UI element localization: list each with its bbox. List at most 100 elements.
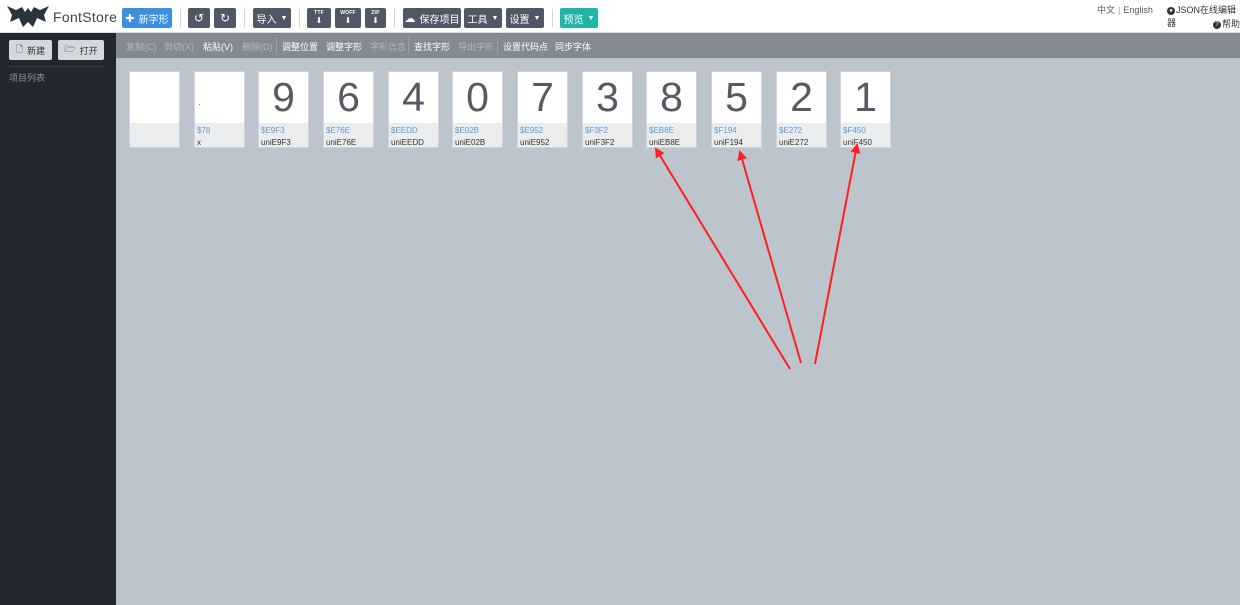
glyph-name: uniEB8E xyxy=(649,138,681,147)
adjust-position-command[interactable]: 调整位置 xyxy=(282,40,318,53)
help-label: 帮助 xyxy=(1222,19,1240,29)
question-circle-icon: ? xyxy=(1213,20,1221,29)
download-icon: ⬇ xyxy=(372,16,379,25)
tools-label: 工具 xyxy=(467,14,488,26)
top-toolbar: FontStore ✚ 新字形 ↺ ↻ 导入 ▼ TTF ⬇ WOFF ⬇ ZI… xyxy=(0,0,1240,33)
glyph-cell[interactable]: 2 $E272 uniE272 xyxy=(776,71,827,148)
settings-label: 设置 xyxy=(509,14,530,26)
copy-command[interactable]: 复制(C) xyxy=(126,40,157,53)
glyph-cell[interactable]: 7 $E952 uniE952 xyxy=(517,71,568,148)
download-woff-button[interactable]: WOFF ⬇ xyxy=(335,8,361,28)
glyph-codepoint: $F3F2 xyxy=(585,126,609,135)
download-icon: ⬇ xyxy=(344,16,352,25)
glyph-codepoint: $E76E xyxy=(326,126,351,135)
import-dropdown[interactable]: 导入 ▼ xyxy=(253,8,291,28)
glyph-preview: 1 xyxy=(841,72,890,123)
glyph-codepoint: $E272 xyxy=(779,126,803,135)
chevron-down-icon: ▼ xyxy=(491,14,499,22)
glyph-name: x xyxy=(197,138,201,147)
sidebar-divider xyxy=(9,66,104,67)
glyph-preview-char: 1 xyxy=(854,74,877,120)
glyph-name: uniF3F2 xyxy=(585,138,615,147)
glyph-preview: 2 xyxy=(777,72,826,123)
save-project-button[interactable]: ☁ 保存项目 xyxy=(403,8,461,28)
glyph-preview xyxy=(130,72,179,123)
redo-button[interactable]: ↻ xyxy=(214,8,236,28)
undo-icon: ↺ xyxy=(193,11,205,25)
import-label: 导入 xyxy=(256,14,277,26)
help-link[interactable]: ? 帮助 xyxy=(1213,17,1240,30)
sync-font-command[interactable]: 同步字体 xyxy=(555,40,591,53)
glyph-name: uniF194 xyxy=(714,138,743,147)
save-project-label: 保存项目 xyxy=(419,14,460,26)
project-list-title: 项目列表 xyxy=(9,73,46,83)
glyph-name: uniE9F3 xyxy=(261,138,291,147)
glyph-codepoint: $E02B xyxy=(455,126,480,135)
glyph-cell[interactable]: 0 $E02B uniE02B xyxy=(452,71,503,148)
folder-open-icon: 🗁 xyxy=(64,44,76,54)
download-ttf-button[interactable]: TTF ⬇ xyxy=(307,8,331,28)
glyph-cell[interactable]: 6 $E76E uniE76E xyxy=(323,71,374,148)
glyph-cell[interactable]: . $78 x xyxy=(194,71,245,148)
new-project-button[interactable]: 🗋 新建 xyxy=(9,40,52,60)
annotation-arrow xyxy=(814,143,861,365)
project-sidebar: 🗋 新建 🗁 打开 项目列表 xyxy=(0,33,116,605)
find-glyph-command[interactable]: 查找字形 xyxy=(414,40,450,53)
open-project-label: 打开 xyxy=(79,45,98,56)
glyph-cell[interactable]: 9 $E9F3 uniE9F3 xyxy=(258,71,309,148)
glyph-cell[interactable]: 3 $F3F2 uniF3F2 xyxy=(582,71,633,148)
glyph-preview: 0 xyxy=(453,72,502,123)
download-icon: ⬇ xyxy=(315,16,323,25)
glyph-name: uniE76E xyxy=(326,138,357,147)
annotation-arrow xyxy=(654,147,791,370)
language-en-link[interactable]: English xyxy=(1123,5,1153,15)
editbar-divider xyxy=(408,38,409,54)
glyph-preview-char: 4 xyxy=(402,74,425,120)
glyph-preview-char: 6 xyxy=(337,74,360,120)
undo-button[interactable]: ↺ xyxy=(188,8,210,28)
glyph-preview-char: 3 xyxy=(596,74,619,120)
adjust-glyph-command[interactable]: 调整字形 xyxy=(326,40,362,53)
language-zh-link[interactable]: 中文 xyxy=(1097,5,1115,15)
app-logo[interactable]: FontStore xyxy=(6,2,117,32)
glyph-preview: 9 xyxy=(259,72,308,123)
chevron-down-icon: ▼ xyxy=(280,14,288,22)
glyph-codepoint: $EB8E xyxy=(649,126,674,135)
delete-command[interactable]: 删除(D) xyxy=(242,40,273,53)
glyph-preview: . xyxy=(195,72,244,123)
glyph-codepoint: $78 xyxy=(197,126,211,135)
chevron-down-icon: ▼ xyxy=(587,14,595,22)
glyph-cell[interactable]: 5 $F194 uniF194 xyxy=(711,71,762,148)
glyph-info-command[interactable]: 字形信息 xyxy=(370,40,406,53)
glyph-preview-char: 9 xyxy=(272,74,295,120)
glyph-name: uniEEDD xyxy=(391,138,424,147)
glyph-name: uniE02B xyxy=(455,138,486,147)
export-glyph-command[interactable]: 导出字形 xyxy=(458,40,494,53)
toolbar-divider xyxy=(244,9,245,27)
settings-dropdown[interactable]: 设置 ▼ xyxy=(506,8,544,28)
new-glyph-button[interactable]: ✚ 新字形 xyxy=(122,8,172,28)
glyph-preview: 3 xyxy=(583,72,632,123)
glyph-name: uniF450 xyxy=(843,138,872,147)
paste-command[interactable]: 粘贴(V) xyxy=(203,40,233,53)
glyph-cell[interactable]: 8 $EB8E uniEB8E xyxy=(646,71,697,148)
plus-icon: ✚ xyxy=(125,12,135,25)
glyph-preview-char: . xyxy=(198,97,201,108)
redo-icon: ↻ xyxy=(219,11,231,25)
toolbar-divider xyxy=(552,9,553,27)
preview-dropdown[interactable]: 预览 ▼ xyxy=(560,8,598,28)
download-zip-button[interactable]: ZIP ⬇ xyxy=(365,8,386,28)
tools-dropdown[interactable]: 工具 ▼ xyxy=(464,8,502,28)
glyph-codepoint: $E952 xyxy=(520,126,544,135)
cloud-icon: ☁ xyxy=(404,12,416,25)
glyph-codepoint: $EEDD xyxy=(391,126,418,135)
cut-command[interactable]: 剪切(X) xyxy=(164,40,194,53)
glyph-cell[interactable] xyxy=(129,71,180,148)
toolbar-divider xyxy=(394,9,395,27)
glyph-cell[interactable]: 1 $F450 uniF450 xyxy=(840,71,891,148)
open-project-button[interactable]: 🗁 打开 xyxy=(58,40,104,60)
glyph-cell[interactable]: 4 $EEDD uniEEDD xyxy=(388,71,439,148)
glyph-codepoint: $F450 xyxy=(843,126,866,135)
glyph-preview-char: 5 xyxy=(725,74,748,120)
set-codepoint-command[interactable]: 设置代码点 xyxy=(503,40,548,53)
